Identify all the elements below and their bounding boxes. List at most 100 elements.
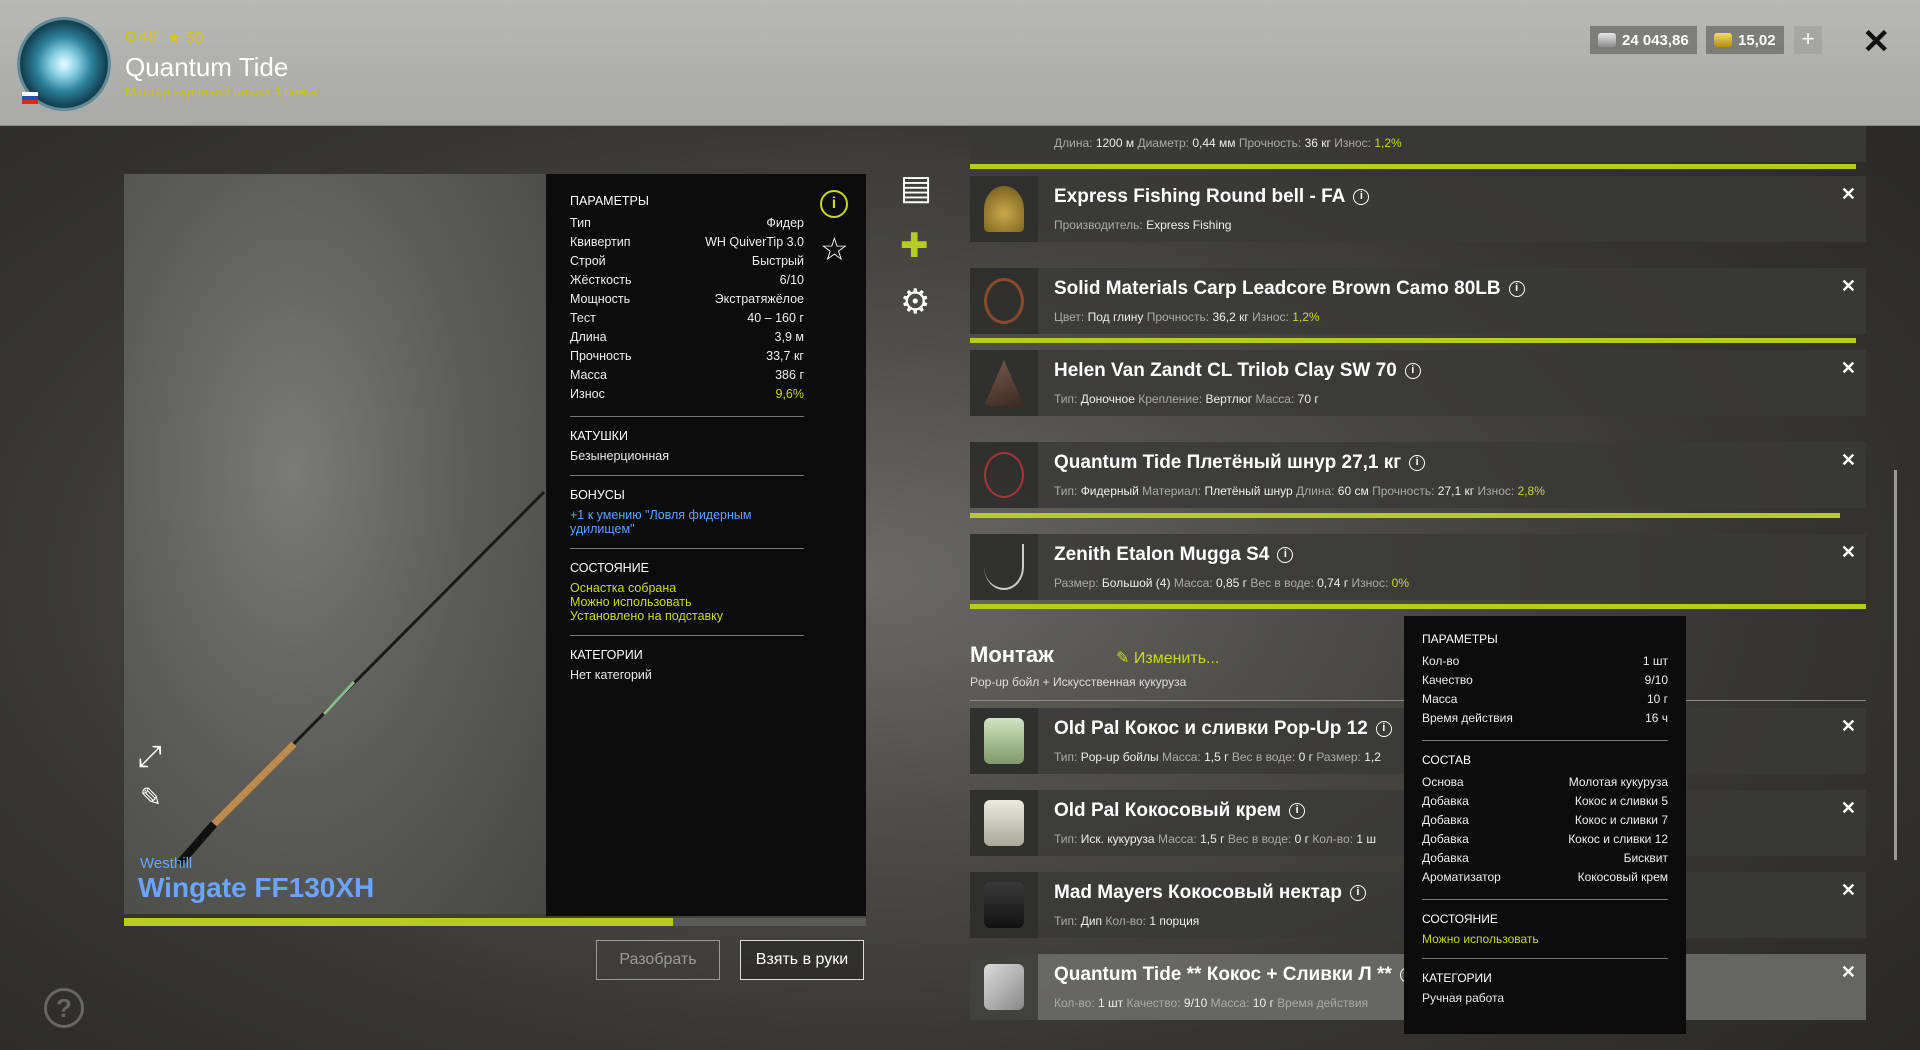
item-details: Тип: Фидерный Материал: Плетёный шнур Дл… <box>1054 484 1545 498</box>
param-row: Жёсткость 6/10 <box>570 271 804 290</box>
remove-icon[interactable]: ✕ <box>1841 358 1856 379</box>
param-value: 1 шт <box>1642 654 1668 668</box>
puzzle-tab-icon[interactable]: ✚ <box>900 226 929 266</box>
tooltip-state: СОСТОЯНИЕ Можно использовать <box>1422 899 1668 946</box>
param-row: Мощность Экстратяжёлое <box>570 290 804 309</box>
detail-value: 10 г <box>1252 996 1274 1010</box>
param-label: Жёсткость <box>570 273 632 287</box>
info-icon[interactable]: i <box>1375 720 1392 737</box>
param-label: Добавка <box>1422 813 1469 827</box>
item-preview[interactable] <box>124 174 546 914</box>
categories-section: КАТЕГОРИИ Нет категорий <box>570 635 804 682</box>
item-title: Quantum Tide ** Кокос + Сливки Л **i <box>1054 964 1416 986</box>
gold-value: 15,02 <box>1738 31 1776 49</box>
tooltip-cat-value: Ручная работа <box>1422 991 1505 1005</box>
detail-value: 9/10 <box>1183 996 1208 1010</box>
remove-icon[interactable]: ✕ <box>1841 276 1856 297</box>
detail-value: 70 г <box>1297 392 1319 406</box>
param-label: Строй <box>570 254 606 268</box>
item-details: Размер: Большой (4) Масса: 0,85 г Вес в … <box>1054 576 1409 590</box>
info-icon[interactable]: i <box>1404 362 1421 379</box>
settings-gear-icon[interactable]: ⚙ <box>900 282 930 322</box>
reels-section: КАТУШКИ Безынерционная <box>570 416 804 463</box>
detail-label: Цвет: <box>1054 310 1085 324</box>
state-section: СОСТОЯНИЕ Оснастка собрана Можно использ… <box>570 548 804 623</box>
param-label: Прочность <box>570 349 632 363</box>
item-title: Old Pal Кокос и сливки Pop-Up 12 i <box>1054 718 1392 740</box>
bait-tooltip: ПАРАМЕТРЫ Кол-во 1 шт Качество 9/10 Масса 10 … <box>1404 616 1686 1034</box>
add-currency-button[interactable]: + <box>1794 26 1822 54</box>
remove-icon[interactable]: ✕ <box>1841 542 1856 563</box>
detail-label: Вес в воде: <box>1227 832 1292 846</box>
description-tab-icon[interactable]: ▤ <box>900 168 932 208</box>
sinker-thumb <box>970 350 1038 416</box>
close-icon[interactable]: ✕ <box>1862 22 1891 62</box>
remove-icon[interactable]: ✕ <box>1841 962 1856 983</box>
info-icon[interactable]: i <box>1353 188 1370 205</box>
reels-header: КАТУШКИ <box>570 429 628 443</box>
strength-value: 36 кг <box>1304 136 1331 150</box>
list-item-hook[interactable]: Zenith Etalon Mugga S4 i Размер: Большой … <box>970 534 1866 600</box>
detail-label: Масса: <box>1157 832 1197 846</box>
montage-edit-button[interactable]: ✎ Изменить... <box>1116 648 1219 668</box>
remove-icon[interactable]: ✕ <box>1841 716 1856 737</box>
param-value: 10 г <box>1646 692 1668 706</box>
detail-label: Износ: <box>1477 484 1515 498</box>
boilie-thumb <box>970 708 1038 774</box>
item-title-text: Old Pal Кокосовый крем <box>1054 800 1282 821</box>
param-row: Качество 9/10 <box>1422 671 1668 690</box>
detail-value: 60 см <box>1337 484 1369 498</box>
info-icon[interactable]: i <box>1409 454 1426 471</box>
param-label: Добавка <box>1422 832 1469 846</box>
expand-icon[interactable]: ⤢ <box>138 740 162 774</box>
detail-label: Крепление: <box>1138 392 1203 406</box>
detail-value: Express Fishing <box>1146 218 1232 232</box>
bonus-section: БОНУСЫ +1 к умению "Ловля фидерным удили… <box>570 475 804 536</box>
info-icon[interactable]: i <box>1289 802 1306 819</box>
detail-value: 1 порция <box>1149 914 1200 928</box>
info-icon[interactable]: i <box>1277 546 1294 563</box>
level-badge: 46 <box>125 29 157 47</box>
help-icon[interactable]: ? <box>44 988 84 1028</box>
param-row: Тип Фидер <box>570 214 804 233</box>
param-row: Квивертип WH QuiverTip 3.0 <box>570 233 804 252</box>
state-usable: Можно использовать <box>570 595 692 609</box>
remove-icon[interactable]: ✕ <box>1841 798 1856 819</box>
list-item-braid[interactable]: Quantum Tide Плетёный шнур 27,1 кг i Тип:… <box>970 442 1866 508</box>
pencil-icon[interactable]: ✎ <box>140 782 162 813</box>
info-icon[interactable]: i <box>820 190 848 218</box>
param-label: Кол-во <box>1422 654 1460 668</box>
disassemble-button[interactable]: Разобрать <box>596 940 720 980</box>
info-icon[interactable]: i <box>1349 884 1366 901</box>
tooltip-params-list: Кол-во 1 шт Качество 9/10 Масса 10 г Время дей… <box>1422 652 1668 728</box>
item-title-text: Quantum Tide Плетёный шнур 27,1 кг <box>1054 452 1402 473</box>
list-item-sinker[interactable]: Helen Van Zandt CL Trilob Clay SW 70 i Ти… <box>970 350 1866 416</box>
param-value: 33,7 кг <box>766 349 804 363</box>
remove-icon[interactable]: ✕ <box>1841 450 1856 471</box>
param-label: Мощность <box>570 292 631 306</box>
reels-value: Безынерционная <box>570 449 670 463</box>
info-icon[interactable]: i <box>1508 280 1525 297</box>
detail-label: Износ: <box>1351 576 1389 590</box>
param-row: Тест 40 – 160 г <box>570 309 804 328</box>
categories-header: КАТЕГОРИИ <box>570 648 643 662</box>
param-value: Кокос и сливки 7 <box>1574 813 1668 827</box>
param-label: Тест <box>570 311 596 325</box>
take-in-hands-button[interactable]: Взять в руки <box>740 940 864 980</box>
detail-label: Размер: <box>1054 576 1099 590</box>
bonus-value: +1 к умению "Ловля фидерным удилищем" <box>570 508 752 536</box>
list-scrollbar[interactable] <box>1894 470 1897 860</box>
params-list: Тип Фидер Квивертип WH QuiverTip 3.0 Строй Бы… <box>570 214 804 404</box>
detail-value: 1,2% <box>1292 310 1320 324</box>
list-item-line-partial[interactable]: Длина: 1200 м Диаметр: 0,44 мм Прочность… <box>970 126 1866 162</box>
param-value: 40 – 160 г <box>747 311 804 325</box>
favorite-star-icon[interactable]: ☆ <box>820 230 849 268</box>
param-value: Молотая кукуруза <box>1568 775 1668 789</box>
list-item-bell[interactable]: Express Fishing Round bell - FA i Произво… <box>970 176 1866 242</box>
param-row: Добавка Кокос и сливки 12 <box>1422 830 1668 849</box>
remove-icon[interactable]: ✕ <box>1841 184 1856 205</box>
param-value: 6/10 <box>779 273 804 287</box>
list-item-leadcore[interactable]: Solid Materials Carp Leadcore Brown Camo… <box>970 268 1866 334</box>
param-row: Добавка Кокос и сливки 7 <box>1422 811 1668 830</box>
remove-icon[interactable]: ✕ <box>1841 880 1856 901</box>
